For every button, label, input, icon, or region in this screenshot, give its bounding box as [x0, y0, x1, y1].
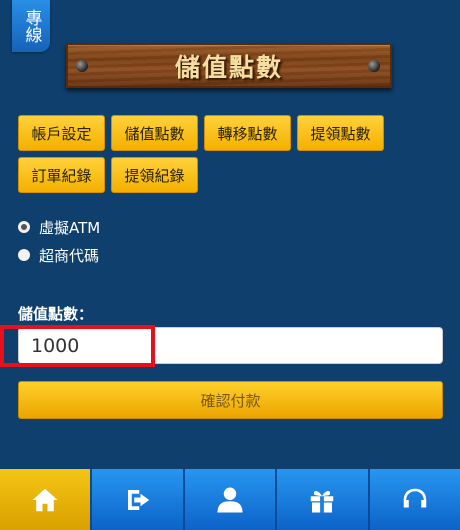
tab-row-1: 帳戶設定 儲值點數 轉移點數 提領點數	[18, 115, 448, 151]
payment-option-convenience-store[interactable]: 超商代碼	[18, 246, 100, 265]
home-icon	[32, 488, 58, 511]
amount-label: 儲值點數：	[18, 305, 94, 323]
tab-topup-points[interactable]: 儲值點數	[111, 115, 198, 151]
nav-gift[interactable]	[277, 469, 370, 530]
tab-row-2: 訂單紀錄 提領紀錄	[18, 157, 448, 193]
tab-order-records[interactable]: 訂單紀錄	[18, 157, 105, 193]
page-title: 儲值點數	[174, 52, 283, 82]
payment-option-label: 虛擬ATM	[39, 218, 101, 237]
nav-member[interactable]	[184, 469, 278, 530]
payment-method-group: 虛擬ATM 超商代碼	[18, 218, 100, 274]
nav-home[interactable]	[0, 469, 93, 530]
nav-logout[interactable]	[92, 469, 185, 530]
user-icon	[217, 487, 243, 512]
logout-icon	[127, 489, 149, 510]
tab-withdraw-records[interactable]: 提領紀錄	[111, 157, 198, 193]
payment-option-label: 超商代碼	[39, 246, 100, 265]
nail-decoration	[76, 60, 88, 72]
confirm-payment-button[interactable]: 確認付款	[18, 381, 443, 419]
tab-account-settings[interactable]: 帳戶設定	[18, 115, 105, 151]
nail-decoration	[368, 60, 380, 72]
hotline-tab[interactable]: 專線	[12, 0, 50, 52]
amount-input[interactable]	[18, 327, 443, 364]
radio-button[interactable]	[18, 221, 30, 233]
account-tabs: 帳戶設定 儲值點數 轉移點數 提領點數 訂單紀錄 提領紀錄	[18, 115, 448, 199]
payment-option-atm[interactable]: 虛擬ATM	[18, 218, 101, 237]
nav-support[interactable]	[369, 469, 460, 530]
headset-icon	[403, 488, 427, 507]
radio-button[interactable]	[18, 249, 30, 261]
tab-withdraw-points[interactable]: 提領點數	[297, 115, 384, 151]
gift-icon	[311, 490, 334, 512]
tab-transfer-points[interactable]: 轉移點數	[204, 115, 291, 151]
bottom-nav	[0, 469, 460, 530]
page-title-sign: 儲值點數	[66, 43, 392, 88]
